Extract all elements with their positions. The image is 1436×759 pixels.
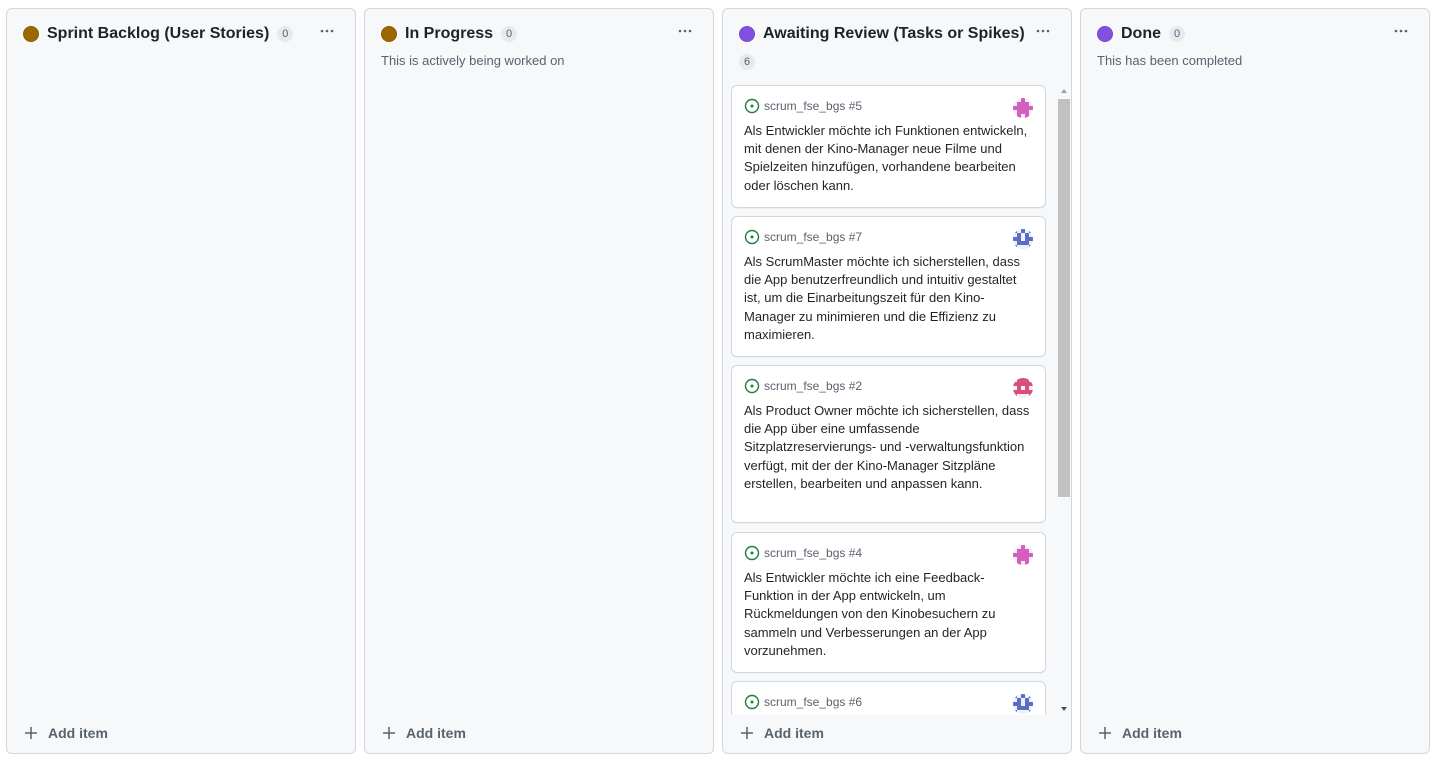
item-count-badge: 6	[739, 54, 755, 70]
issue-card[interactable]: scrum_fse_bgs #5 Als Entwickler möchte i…	[731, 85, 1046, 208]
status-yellow-dot-icon	[23, 26, 39, 42]
add-item-label: Add item	[764, 725, 824, 741]
issue-reference-label: scrum_fse_bgs #5	[764, 99, 863, 113]
plus-icon	[383, 727, 395, 739]
column-awaiting-review: Awaiting Review (Tasks or Spikes) 6 scru…	[722, 8, 1072, 754]
status-purple-dot-icon	[739, 26, 755, 42]
column-header: Sprint Backlog (User Stories) 0	[23, 23, 343, 45]
issue-opened-icon	[744, 378, 760, 394]
issue-reference[interactable]: scrum_fse_bgs #7	[744, 229, 862, 245]
issue-opened-icon	[744, 229, 760, 245]
blue-identicon-avatar-icon[interactable]	[1013, 694, 1033, 714]
issue-reference-label: scrum_fse_bgs #4	[764, 546, 863, 560]
issue-opened-icon	[744, 98, 760, 114]
plus-icon	[25, 727, 37, 739]
card-list-scrollbar[interactable]	[1057, 85, 1071, 715]
blue-identicon-avatar-icon[interactable]	[1013, 229, 1033, 249]
status-yellow-dot-icon	[381, 26, 397, 42]
item-count-badge: 0	[277, 26, 294, 42]
issue-title[interactable]: Als Product Owner möchte ich sicherstell…	[744, 402, 1033, 493]
add-item-button[interactable]: Add item	[1097, 723, 1182, 743]
column-options-kebab-icon[interactable]	[675, 21, 695, 41]
add-item-button[interactable]: Add item	[23, 723, 108, 743]
add-item-button[interactable]: Add item	[381, 723, 466, 743]
scrollbar-thumb[interactable]	[1058, 99, 1070, 497]
column-done: Done 0 This has been completed Add item	[1080, 8, 1430, 754]
item-count-badge: 0	[501, 26, 518, 42]
issue-title[interactable]: Als ScrumMaster möchte ich sicherstellen…	[744, 253, 1033, 344]
add-item-label: Add item	[48, 725, 108, 741]
scroll-up-arrow-icon[interactable]	[1057, 85, 1071, 97]
column-header: Done 0	[1097, 23, 1417, 45]
add-item-label: Add item	[406, 725, 466, 741]
column-title: In Progress	[405, 25, 494, 42]
column-header: Awaiting Review (Tasks or Spikes)	[739, 23, 1059, 45]
status-purple-dot-icon	[1097, 26, 1113, 42]
column-options-kebab-icon[interactable]	[1391, 21, 1411, 41]
add-item-button[interactable]: Add item	[739, 723, 824, 743]
plus-icon	[741, 727, 753, 739]
issue-opened-icon	[744, 545, 760, 561]
card-list[interactable]: scrum_fse_bgs #5 Als Entwickler möchte i…	[731, 85, 1047, 715]
issue-card[interactable]: scrum_fse_bgs #4 Als Entwickler möchte i…	[731, 532, 1046, 673]
column-options-kebab-icon[interactable]	[1033, 21, 1053, 41]
issue-title[interactable]: Als Entwickler möchte ich Funktionen ent…	[744, 122, 1033, 195]
column-sprint-backlog: Sprint Backlog (User Stories) 0 Add item	[6, 8, 356, 754]
column-description: This is actively being worked on	[381, 53, 565, 68]
scroll-down-arrow-icon[interactable]	[1057, 703, 1071, 715]
issue-reference[interactable]: scrum_fse_bgs #6	[744, 694, 862, 710]
pink-identicon-avatar-icon[interactable]	[1013, 545, 1033, 565]
issue-reference[interactable]: scrum_fse_bgs #5	[744, 98, 862, 114]
column-in-progress: In Progress 0 This is actively being wor…	[364, 8, 714, 754]
column-options-kebab-icon[interactable]	[317, 21, 337, 41]
column-title: Sprint Backlog (User Stories)	[47, 25, 270, 42]
issue-reference[interactable]: scrum_fse_bgs #4	[744, 545, 862, 561]
issue-card[interactable]: scrum_fse_bgs #6	[731, 681, 1046, 715]
issue-reference-label: scrum_fse_bgs #7	[764, 230, 863, 244]
add-item-label: Add item	[1122, 725, 1182, 741]
issue-reference-label: scrum_fse_bgs #2	[764, 379, 863, 393]
column-header: In Progress 0	[381, 23, 701, 45]
pink-identicon-avatar-icon[interactable]	[1013, 98, 1033, 118]
column-title: Awaiting Review (Tasks or Spikes)	[763, 25, 1025, 42]
item-count-badge: 0	[1169, 26, 1185, 42]
project-board: Sprint Backlog (User Stories) 0 Add item…	[0, 0, 1436, 759]
issue-reference-label: scrum_fse_bgs #6	[764, 695, 863, 709]
issue-reference[interactable]: scrum_fse_bgs #2	[744, 378, 862, 394]
plus-icon	[1099, 727, 1111, 739]
column-title: Done	[1121, 25, 1161, 42]
issue-card[interactable]: scrum_fse_bgs #2 Als Product Owner möcht…	[731, 365, 1046, 523]
issue-card[interactable]: scrum_fse_bgs #7 Als ScrumMaster möchte …	[731, 216, 1046, 357]
red-identicon-avatar-icon[interactable]	[1013, 378, 1033, 398]
issue-opened-icon	[744, 694, 760, 710]
issue-title[interactable]: Als Entwickler möchte ich eine Feedback-…	[744, 569, 1033, 660]
column-description: This has been completed	[1097, 53, 1243, 68]
